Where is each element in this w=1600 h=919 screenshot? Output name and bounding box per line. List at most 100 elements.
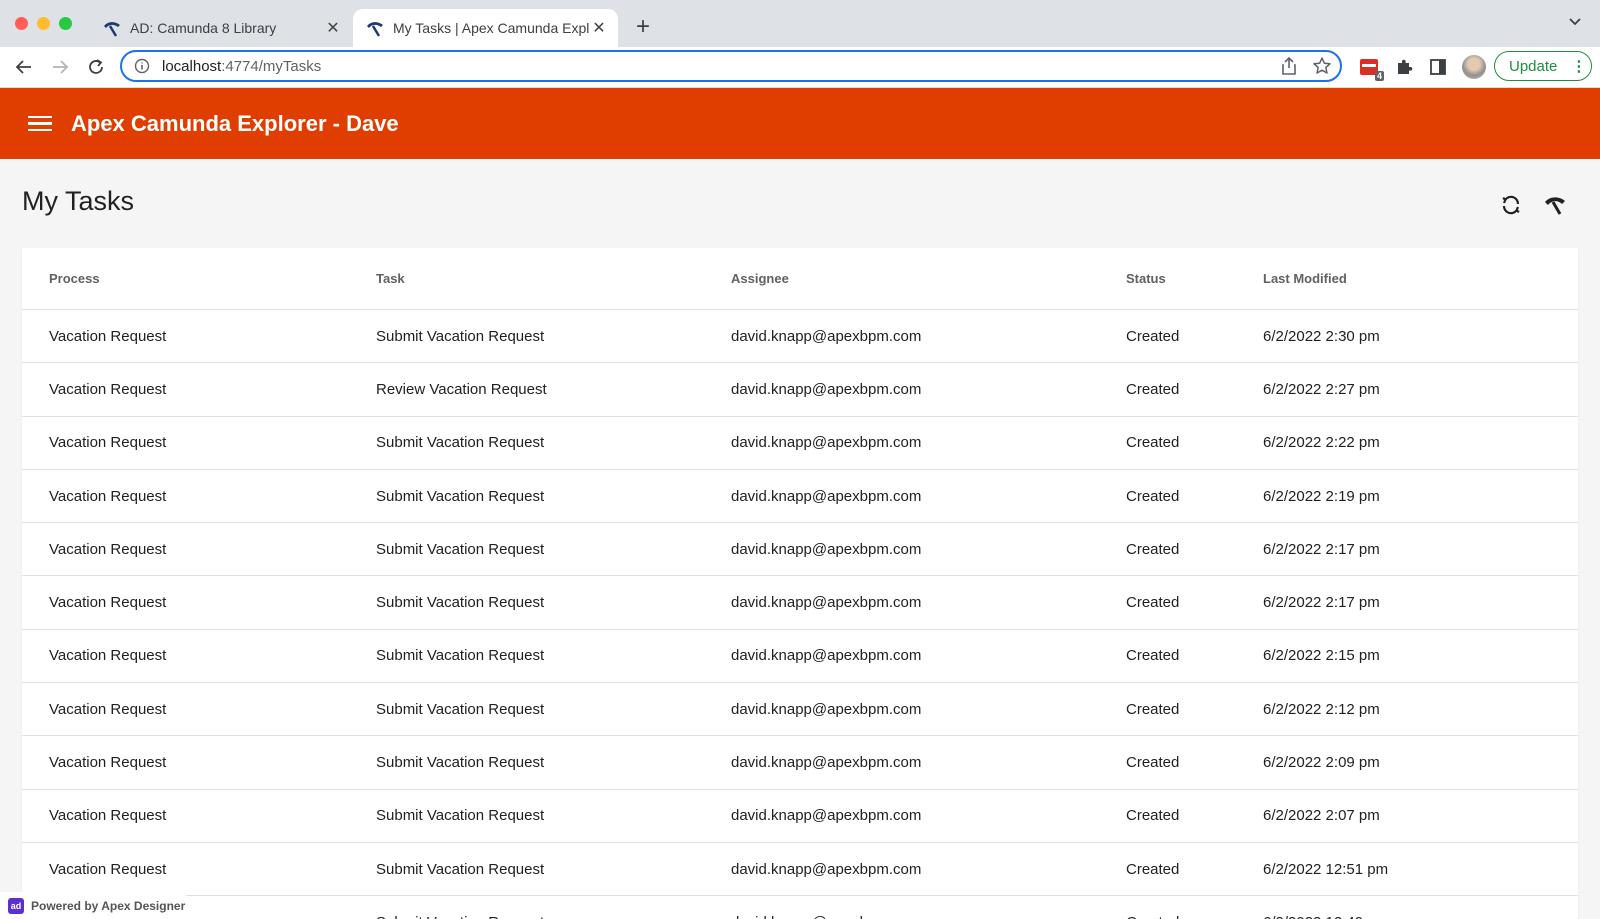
assignee-cell: david.knapp@apexbpm.com	[731, 647, 922, 665]
task-cell: Submit Vacation Request	[376, 540, 545, 558]
status-cell: Created	[1126, 487, 1180, 505]
camunda-favicon-icon	[104, 22, 120, 37]
close-tab-icon[interactable]: ✕	[324, 18, 342, 38]
header-assignee[interactable]: Assignee	[731, 271, 789, 286]
assignee-cell: david.knapp@apexbpm.com	[731, 434, 922, 452]
camunda-button[interactable]	[1542, 192, 1568, 218]
header-task[interactable]: Task	[376, 271, 405, 286]
task-cell: Submit Vacation Request	[376, 700, 545, 718]
table-row[interactable]: Vacation RequestSubmit Vacation Requestd…	[22, 843, 1578, 897]
arrow-right-icon	[53, 60, 69, 74]
tab-title: My Tasks | Apex Camunda Explorer - Dave	[393, 20, 590, 36]
last-modified-cell: 6/2/2022 2:17 pm	[1263, 594, 1380, 612]
status-cell: Created	[1126, 807, 1180, 825]
last-modified-cell: 6/2/2022 2:12 pm	[1263, 700, 1380, 718]
browser-tab-my-tasks[interactable]: My Tasks | Apex Camunda Explorer - Dave …	[353, 9, 618, 47]
window-minimize-button[interactable]	[37, 17, 50, 30]
tab-title: AD: Camunda 8 Library	[130, 20, 277, 36]
last-modified-cell: 6/2/2022 2:15 pm	[1263, 647, 1380, 665]
table-row[interactable]: Vacation Request Submit Vacation Request d…	[22, 523, 1578, 577]
status-cell: Created	[1126, 380, 1180, 398]
header-status[interactable]: Status	[1126, 271, 1166, 286]
app-header: Apex Camunda Explorer - Dave	[0, 88, 1600, 159]
browser-tab-library[interactable]: AD: Camunda 8 Library ✕	[90, 9, 352, 47]
task-cell: Submit Vacation Request	[376, 807, 545, 825]
update-button[interactable]: Update ⋮	[1494, 51, 1592, 81]
last-modified-cell: 6/2/2022 2:30 pm	[1263, 327, 1380, 345]
reload-button[interactable]	[84, 55, 108, 79]
table-row[interactable]: Vacation RequestSubmit Vacation Requestd…	[22, 896, 1578, 919]
close-tab-icon[interactable]: ✕	[590, 18, 608, 38]
assignee-cell: david.knapp@apexbpm.com	[731, 700, 922, 718]
last-modified-cell: 6/2/2022 2:09 pm	[1263, 754, 1380, 772]
info-icon[interactable]	[134, 58, 154, 74]
side-panel-button[interactable]	[1426, 55, 1450, 79]
table-row[interactable]: Vacation RequestSubmit Vacation Requestd…	[22, 630, 1578, 684]
task-cell: Submit Vacation Request	[376, 860, 545, 878]
table-row[interactable]: Vacation Request Submit Vacation Request d…	[22, 683, 1578, 737]
task-cell: Submit Vacation Request	[376, 434, 545, 452]
browser-tab-bar: AD: Camunda 8 Library ✕ My Tasks | Apex …	[0, 0, 1600, 47]
table-header: Process Task Assignee Status Last Modifi…	[22, 248, 1578, 310]
browser-toolbar: localhost:4774/myTasks 4 Update ⋮	[0, 47, 1600, 88]
table-row[interactable]: Vacation RequestSubmit Vacation Requestd…	[22, 790, 1578, 843]
assignee-cell: david.knapp@apexbpm.com	[731, 380, 922, 398]
refresh-icon	[1502, 195, 1520, 215]
side-panel-icon	[1430, 59, 1446, 75]
arrow-left-icon	[15, 60, 31, 74]
last-modified-cell: 6/2/2022 2:07 pm	[1263, 807, 1380, 825]
app-title: Apex Camunda Explorer - Dave	[71, 110, 399, 136]
last-modified-cell: 6/2/2022 2:17 pm	[1263, 540, 1380, 558]
process-cell: Vacation Request	[49, 647, 167, 665]
task-cell: Submit Vacation Request	[376, 754, 545, 772]
process-cell: Vacation Request	[49, 327, 167, 345]
table-row[interactable]: Vacation RequestSubmit Vacation Requestd…	[22, 417, 1578, 470]
status-cell: Created	[1126, 700, 1180, 718]
window-maximize-button[interactable]	[59, 17, 72, 30]
extension-calendar-button[interactable]: 4	[1357, 55, 1384, 81]
process-cell: Vacation Request	[49, 860, 167, 878]
camunda-favicon-icon	[367, 22, 383, 37]
extension-badge: 4	[1374, 71, 1384, 81]
process-cell: Vacation Request	[49, 540, 167, 558]
process-cell: Vacation Request	[49, 807, 167, 825]
status-cell: Created	[1126, 594, 1180, 612]
header-last-modified[interactable]: Last Modified	[1263, 271, 1347, 286]
process-cell: Vacation Request	[49, 700, 167, 718]
table-row[interactable]: Vacation Request Review Vacation Request d…	[22, 363, 1578, 417]
powered-by-footer[interactable]: ad Powered by Apex Designer	[0, 892, 186, 919]
bookmark-star-icon[interactable]	[1312, 56, 1332, 76]
share-icon[interactable]	[1280, 56, 1298, 76]
table-body: Vacation Request Submit Vacation Request d…	[22, 310, 1578, 919]
chevron-down-icon[interactable]	[1568, 15, 1582, 29]
status-cell: Created	[1126, 540, 1180, 558]
extensions-button[interactable]	[1392, 55, 1416, 79]
last-modified-cell: 6/2/2022 12:49 pm	[1263, 914, 1388, 919]
back-button[interactable]	[12, 55, 36, 79]
apex-designer-logo-icon: ad	[8, 897, 24, 914]
status-cell: Created	[1126, 327, 1180, 345]
table-row[interactable]: Vacation RequestSubmit Vacation Requestd…	[22, 736, 1578, 790]
process-cell: Vacation Request	[49, 487, 167, 505]
assignee-cell: david.knapp@apexbpm.com	[731, 754, 922, 772]
menu-icon[interactable]	[28, 112, 52, 136]
table-row[interactable]: Vacation RequestSubmit Vacation Requestd…	[22, 310, 1578, 364]
status-cell: Created	[1126, 647, 1180, 665]
window-close-button[interactable]	[15, 17, 28, 30]
table-row[interactable]: Vacation RequestSubmit Vacation Requestd…	[22, 470, 1578, 524]
table-row[interactable]: Vacation Request Submit Vacation Request d…	[22, 576, 1578, 630]
process-cell: Vacation Request	[49, 594, 167, 612]
profile-avatar[interactable]	[1462, 55, 1486, 79]
status-cell: Created	[1126, 914, 1179, 919]
header-process[interactable]: Process	[49, 271, 100, 286]
task-cell: Submit Vacation Request	[376, 594, 545, 612]
refresh-button[interactable]	[1498, 192, 1524, 218]
last-modified-cell: 6/2/2022 12:51 pm	[1263, 860, 1389, 878]
assignee-cell: david.knapp@apexbpm.com	[731, 487, 922, 505]
assignee-cell: david.knapp@apexbpm.com	[731, 540, 922, 558]
assignee-cell: david.knapp@apexbpm.com	[731, 914, 921, 919]
forward-button[interactable]	[48, 55, 72, 79]
new-tab-button[interactable]: +	[628, 13, 658, 41]
address-bar[interactable]: localhost:4774/myTasks	[120, 50, 1342, 82]
assignee-cell: david.knapp@apexbpm.com	[731, 594, 922, 612]
